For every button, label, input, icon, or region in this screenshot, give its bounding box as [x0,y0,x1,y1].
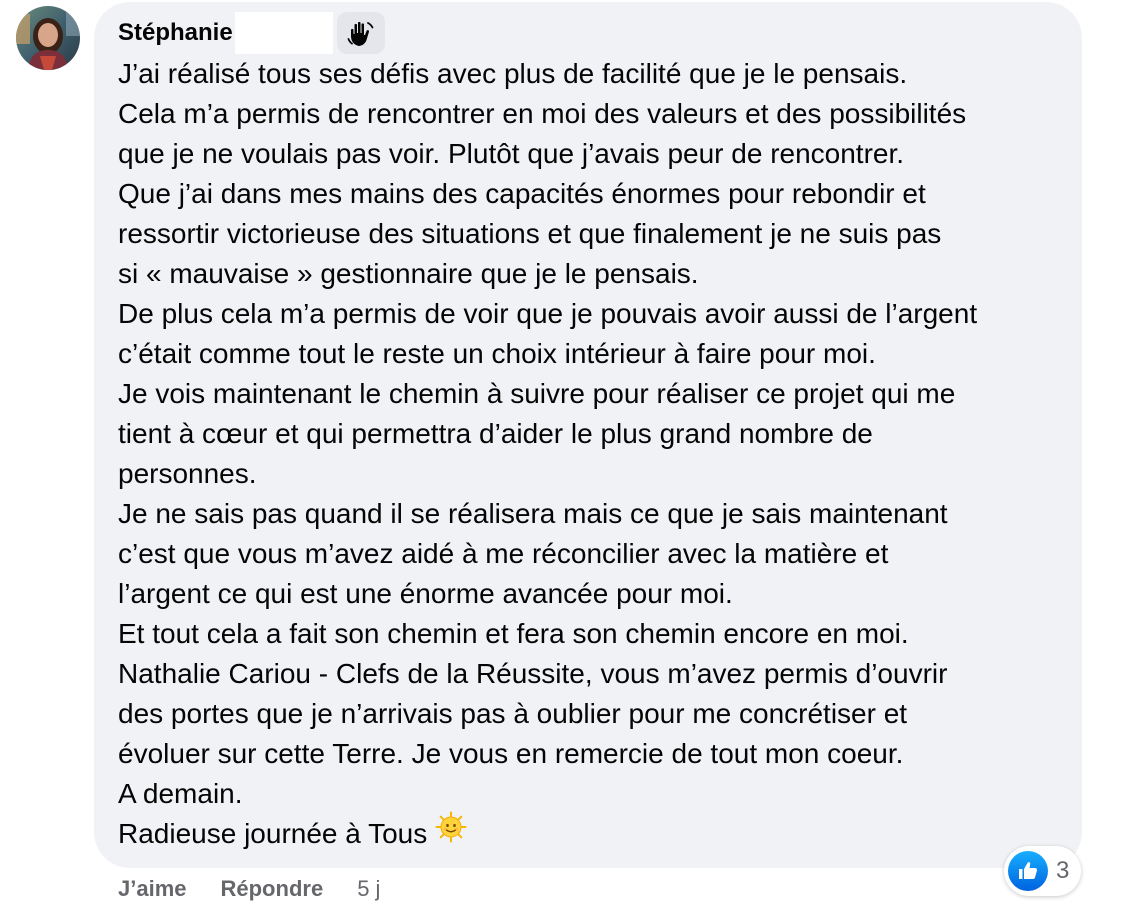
reaction-count: 3 [1056,857,1070,884]
comment-line: si « mauvaise » gestionnaire que je le p… [118,258,699,289]
like-button[interactable]: J’aime [118,876,187,902]
comment-line: J’ai réalisé tous ses défis avec plus de… [118,58,908,89]
comment-line: Je ne sais pas quand il se réalisera mai… [118,498,948,529]
comment-line: Et tout cela a fait son chemin et fera s… [118,618,909,649]
waving-hand-icon[interactable] [336,12,385,54]
comment-line: Nathalie Cariou - Clefs de la Réussite, … [118,658,948,689]
comment-line: personnes. [118,458,257,489]
comment-line: tient à cœur et qui permettra d’aider le… [118,418,873,449]
author-name[interactable]: Stéphanie [118,19,233,47]
comment-actions: J’aime Répondre 5 j [118,872,380,906]
comment-header: Stéphanie [118,12,385,54]
comment-line-text: Radieuse journée à Tous [118,818,428,849]
comment-line: c’est que vous m’avez aidé à me réconcil… [118,538,889,569]
redacted-surname [234,12,333,54]
comment-line: Que j’ai dans mes mains des capacités én… [118,178,926,209]
comment-line: Cela m’a permis de rencontrer en moi des… [118,98,967,129]
sun-with-face-icon [435,811,467,854]
comment-body: J’ai réalisé tous ses défis avec plus de… [118,54,1068,854]
comment-line: ressortir victorieuse des situations et … [118,218,942,249]
timestamp[interactable]: 5 j [357,876,380,902]
comment-line: Je vois maintenant le chemin à suivre po… [118,378,956,409]
comment-line: De plus cela m’a permis de voir que je p… [118,298,978,329]
comment-line: A demain. [118,778,243,809]
reaction-summary[interactable]: 3 [1004,846,1082,896]
like-thumb-icon [1008,851,1048,891]
comment-last-line: Radieuse journée à Tous [118,811,1068,854]
comment-line: c’était comme tout le reste un choix int… [118,338,876,369]
profile-photo [16,6,80,70]
comment-line: des portes que je n’arrivais pas à oubli… [118,698,908,729]
comment-line: l’argent ce qui est une énorme avancée p… [118,578,733,609]
comment-line: que je ne voulais pas voir. Plutôt que j… [118,138,905,169]
avatar[interactable] [16,6,80,70]
reply-button[interactable]: Répondre [221,876,324,902]
comment-line: évoluer sur cette Terre. Je vous en reme… [118,738,904,769]
